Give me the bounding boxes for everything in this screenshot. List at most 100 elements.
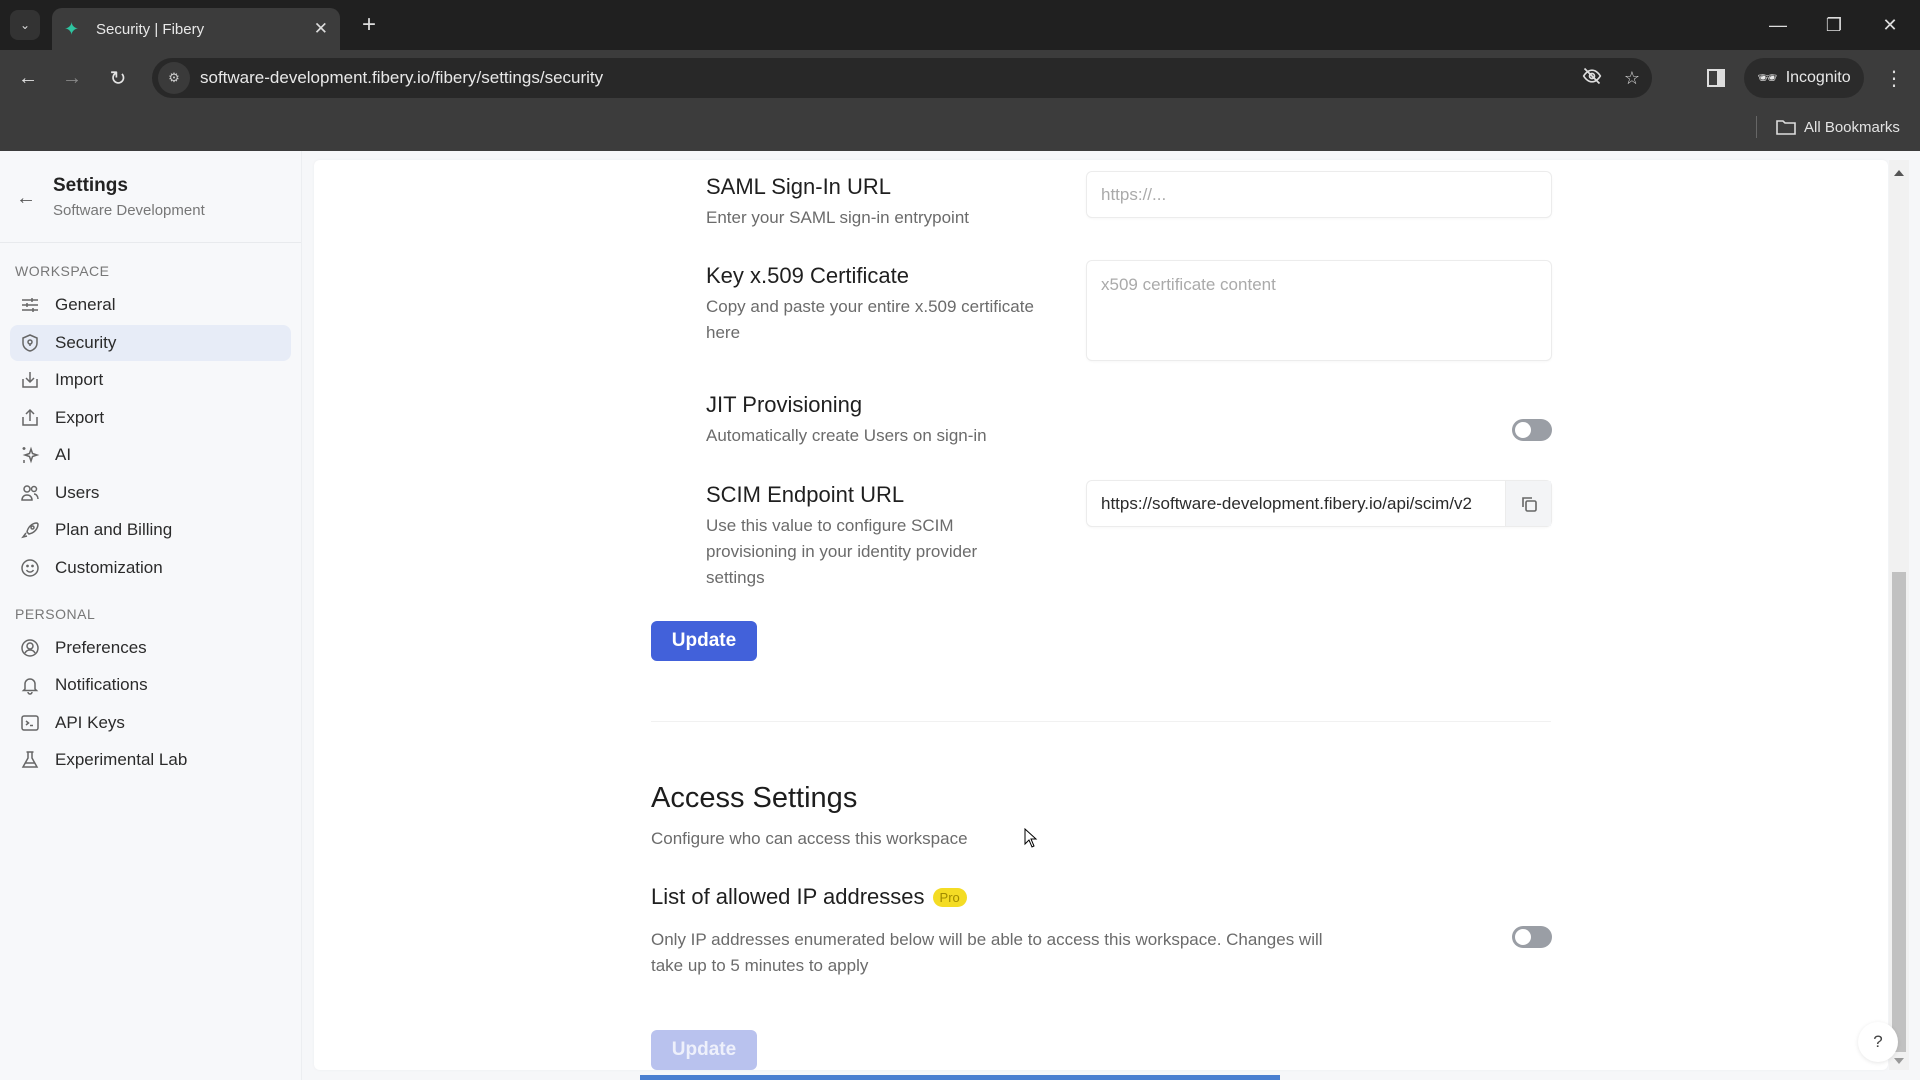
sidebar-item-users[interactable]: Users — [10, 475, 291, 511]
user-circle-icon — [20, 638, 40, 658]
sidebar-item-label: API Keys — [55, 712, 125, 732]
import-icon — [20, 370, 40, 390]
access-update-button[interactable]: Update — [651, 1030, 757, 1070]
section-divider — [651, 721, 1551, 722]
close-icon: ✕ — [1882, 14, 1898, 35]
saml-sign-in-url-input[interactable]: https://... — [1086, 171, 1552, 218]
sidebar-item-label: Export — [55, 407, 105, 427]
back-arrow-icon[interactable]: ← — [16, 187, 36, 210]
mouse-cursor-icon — [1024, 828, 1038, 848]
new-tab-button[interactable]: + — [354, 10, 384, 40]
sidebar-item-notifications[interactable]: Notifications — [10, 667, 291, 703]
bell-icon — [20, 675, 40, 695]
restore-button[interactable]: ❐ — [1806, 0, 1862, 50]
sidebar-item-label: Import — [55, 370, 104, 389]
sidebar-item-security[interactable]: Security — [10, 324, 291, 361]
copy-icon — [1521, 496, 1537, 512]
jit-provisioning-description: Automatically create Users on sign-in — [706, 426, 987, 445]
close-window-button[interactable]: ✕ — [1862, 0, 1918, 50]
url-text[interactable]: software-development.fibery.io/fibery/se… — [200, 68, 1572, 88]
allowed-ip-toggle[interactable] — [1512, 926, 1552, 948]
scroll-up-arrow-icon[interactable] — [1894, 170, 1904, 176]
sidebar-item-label: Experimental Lab — [55, 750, 188, 769]
certificate-textarea[interactable]: x509 certificate content — [1086, 260, 1552, 361]
address-bar[interactable]: ⚙ software-development.fibery.io/fibery/… — [152, 58, 1652, 98]
export-icon — [20, 408, 40, 428]
restore-icon: ❐ — [1825, 14, 1843, 35]
sidebar-item-general[interactable]: General — [10, 287, 291, 323]
settings-sidebar: ← Settings Software Development WORKSPAC… — [0, 151, 302, 1080]
jit-provisioning-label: JIT Provisioning — [706, 392, 863, 417]
sidebar-item-label: Notifications — [55, 675, 148, 694]
browser-menu-button[interactable]: ⋮ — [1878, 62, 1910, 94]
side-panel-button[interactable] — [1700, 62, 1732, 94]
allowed-ip-label-row: List of allowed IP addresses Pro — [651, 884, 967, 910]
loading-progress-bar — [640, 1075, 1280, 1080]
back-button[interactable]: ← — [12, 62, 44, 94]
saml-sign-in-url-description: Enter your SAML sign-in entrypoint — [706, 208, 969, 227]
forward-button[interactable]: → — [56, 62, 88, 94]
bookmarks-separator — [1756, 116, 1757, 138]
incognito-label: Incognito — [1785, 69, 1851, 86]
shield-icon — [20, 333, 40, 353]
arrow-left-icon: ← — [18, 66, 38, 89]
sidebar-item-label: Plan and Billing — [55, 520, 173, 539]
eye-off-icon[interactable] — [1572, 66, 1612, 91]
flask-icon — [20, 750, 40, 770]
scroll-down-arrow-icon[interactable] — [1894, 1058, 1904, 1064]
terminal-icon — [20, 713, 40, 733]
settings-title: Settings — [53, 175, 128, 196]
minimize-button[interactable]: — — [1750, 0, 1806, 50]
access-settings-description: Configure who can access this workspace — [651, 829, 968, 848]
sidebar-item-export[interactable]: Export — [10, 400, 291, 436]
bookmark-star-icon[interactable]: ☆ — [1612, 68, 1652, 89]
close-tab-icon[interactable]: ✕ — [314, 19, 328, 39]
sidebar-item-customization[interactable]: Customization — [10, 550, 291, 586]
sidebar-item-import[interactable]: Import — [10, 362, 291, 398]
pro-badge: Pro — [932, 887, 967, 907]
scim-endpoint-label: SCIM Endpoint URL — [706, 482, 905, 507]
sidebar-section-personal: PERSONAL — [15, 605, 96, 622]
sidebar-item-preferences[interactable]: Preferences — [10, 630, 291, 666]
content-scrollbar[interactable] — [1889, 160, 1909, 1070]
sidebar-item-ai[interactable]: AI — [10, 437, 291, 473]
fibery-logo-icon: ✦ — [64, 19, 80, 39]
sidebar-item-api-keys[interactable]: API Keys — [10, 705, 291, 741]
saml-sign-in-url-placeholder: https://... — [1101, 184, 1167, 204]
reload-icon: ↻ — [109, 67, 127, 90]
chevron-down-icon: ⌄ — [19, 18, 31, 32]
copy-button[interactable] — [1505, 481, 1551, 526]
site-settings-icon[interactable]: ⚙ — [158, 62, 190, 94]
tab-title: Security | Fibery — [96, 20, 205, 38]
scim-endpoint-value[interactable]: https://software-development.fibery.io/a… — [1101, 494, 1505, 514]
all-bookmarks-label: All Bookmarks — [1804, 118, 1900, 136]
allowed-ip-label: List of allowed IP addresses — [651, 884, 925, 909]
browser-tab-bar: ⌄ ✦ Security | Fibery ✕ + — ❐ ✕ — [0, 0, 1920, 50]
saml-update-button[interactable]: Update — [651, 621, 757, 661]
jit-provisioning-toggle[interactable] — [1512, 419, 1552, 441]
sidebar-item-experimental-lab[interactable]: Experimental Lab — [10, 742, 291, 778]
sparkles-icon — [20, 445, 40, 465]
browser-tab[interactable]: ✦ Security | Fibery ✕ — [52, 8, 340, 50]
access-settings-title: Access Settings — [651, 782, 858, 814]
all-bookmarks-button[interactable]: All Bookmarks — [1776, 114, 1900, 140]
minimize-icon: — — [1769, 14, 1787, 35]
smiley-icon — [20, 558, 40, 578]
browser-toolbar: ← → ↻ ⚙ software-development.fibery.io/f… — [0, 50, 1920, 106]
help-button[interactable]: ? — [1858, 1022, 1898, 1062]
workspace-name: Software Development — [53, 202, 205, 219]
incognito-indicator[interactable]: 🕶 Incognito — [1744, 58, 1864, 98]
tab-search-button[interactable]: ⌄ — [10, 10, 40, 40]
scrollbar-thumb[interactable] — [1892, 572, 1906, 1052]
sidebar-item-label: Security — [55, 332, 117, 352]
sidebar-item-plan-and-billing[interactable]: Plan and Billing — [10, 512, 291, 548]
certificate-description: Copy and paste your entire x.509 certifi… — [706, 297, 1034, 342]
scim-endpoint-field[interactable]: https://software-development.fibery.io/a… — [1086, 480, 1552, 527]
kebab-menu-icon: ⋮ — [1884, 67, 1904, 90]
sidebar-header: ← Settings Software Development — [0, 151, 301, 243]
rocket-icon — [20, 520, 40, 540]
plus-icon: + — [361, 11, 376, 38]
reload-button[interactable]: ↻ — [102, 62, 134, 94]
bookmarks-bar: All Bookmarks — [0, 106, 1920, 151]
saml-sign-in-url-label: SAML Sign-In URL — [706, 174, 892, 199]
